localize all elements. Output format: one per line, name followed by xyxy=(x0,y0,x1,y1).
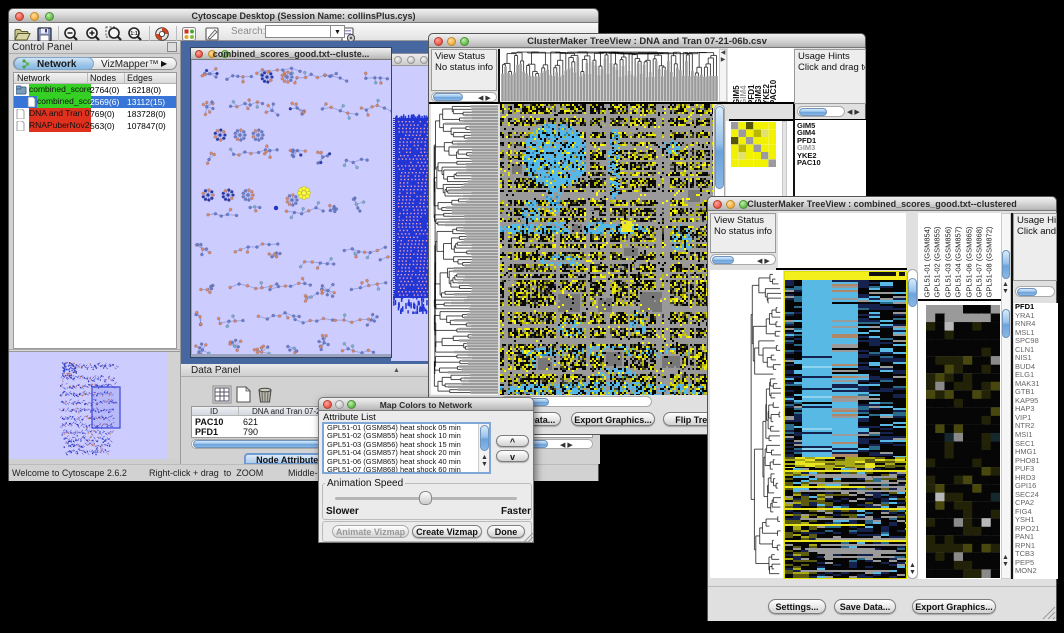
svg-text:1:1: 1:1 xyxy=(130,31,137,37)
